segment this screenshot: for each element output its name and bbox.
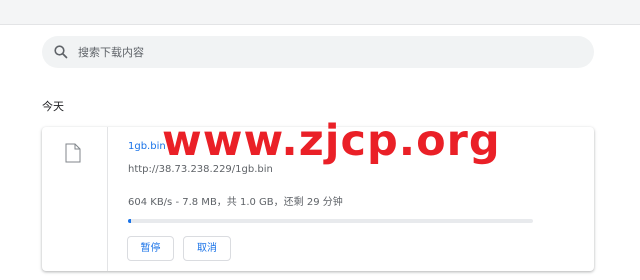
download-status-text: 604 KB/s - 7.8 MB，共 1.0 GB，还剩 29 分钟 [128,197,343,208]
search-bar[interactable] [42,36,594,68]
section-date-heading: 今天 [42,100,64,113]
download-icon-column [42,127,108,271]
file-icon [65,143,81,163]
download-progress-fill [128,219,132,223]
cancel-button[interactable]: 取消 [183,236,231,261]
download-progress-bar [128,219,533,223]
search-icon [53,44,69,60]
watermark-text: www.zjcp.org [162,116,501,166]
pause-button[interactable]: 暂停 [127,236,174,261]
search-input[interactable] [78,36,578,68]
top-bar [0,0,640,25]
download-file-name-link[interactable]: 1gb.bin [128,141,166,152]
